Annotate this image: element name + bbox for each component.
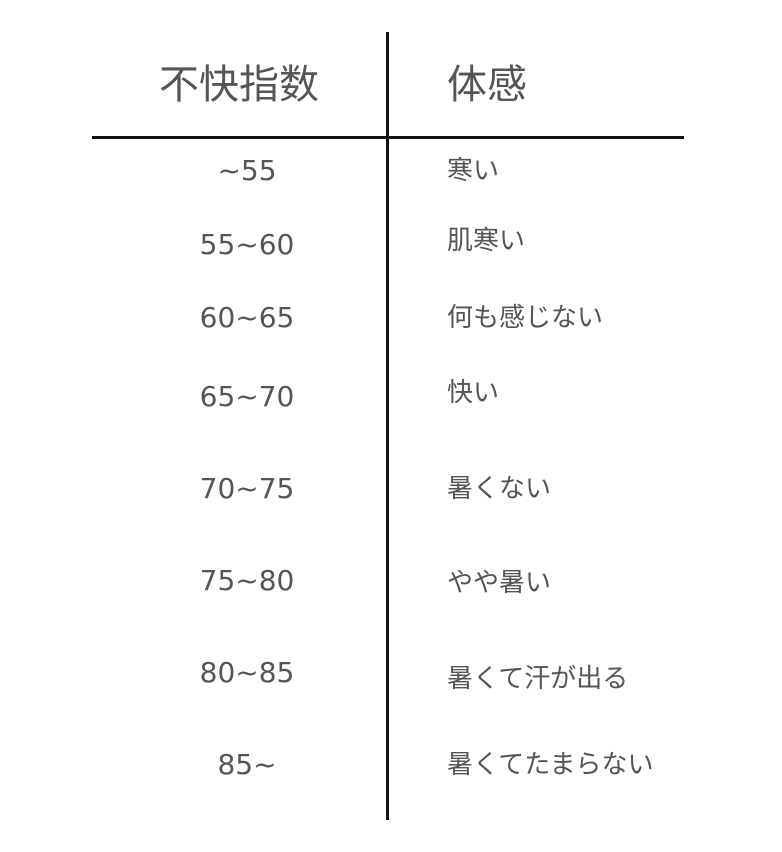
header-discomfort-index: 不快指数 [159,62,319,108]
row-7-feeling: 暑くて汗が出る [447,664,629,694]
row-5-index: 70~75 [199,472,295,505]
row-5-feeling: 暑くない [447,474,552,504]
row-3-feeling: 何も感じない [447,303,604,333]
row-8-index: 85~ [217,748,277,781]
row-7-index: 80~85 [199,656,295,689]
row-4-index: 65~70 [199,380,295,413]
row-2-index: 55~60 [199,228,295,261]
row-2-feeling: 肌寒い [447,226,526,256]
row-6-index: 75~80 [199,564,295,597]
row-3-index: 60~65 [199,301,295,334]
row-8-feeling: 暑くてたまらない [447,750,654,780]
row-1-feeling: 寒い [447,156,500,186]
row-1-index: ~55 [217,154,277,187]
discomfort-index-table: 不快指数 体感 ~55 寒い 55~60 肌寒い 60~65 何も感じない 65… [0,0,782,852]
header-divider [92,136,684,139]
row-4-feeling: 快い [447,378,500,408]
column-divider [386,32,389,820]
row-6-feeling: やや暑い [447,568,552,598]
header-feeling: 体感 [447,62,527,108]
